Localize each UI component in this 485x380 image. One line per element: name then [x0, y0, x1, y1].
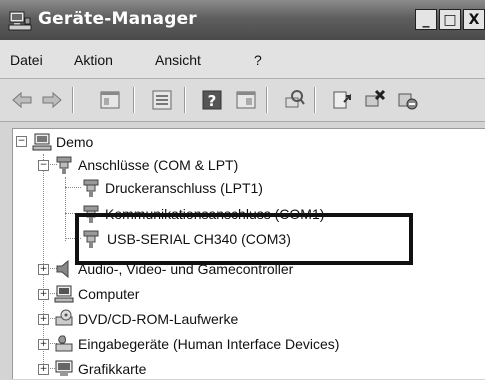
- svg-text:?: ?: [208, 92, 217, 110]
- expander-input[interactable]: +: [38, 339, 49, 350]
- tree-node-input[interactable]: Eingabegeräte (Human Interface Devices): [54, 333, 339, 355]
- close-icon: X: [468, 11, 480, 28]
- scan-hardware-icon[interactable]: [282, 88, 306, 112]
- menu-help[interactable]: ?: [254, 52, 262, 68]
- highlight-box: [75, 213, 413, 265]
- port-connector-icon: [83, 179, 99, 197]
- toolbar: ?: [0, 79, 485, 122]
- speaker-icon: [56, 259, 69, 279]
- expander-dvd[interactable]: +: [38, 314, 49, 325]
- tree-label-computer: Computer: [78, 286, 140, 302]
- update-driver-icon[interactable]: [330, 88, 354, 112]
- menu-bar: Datei Aktion Ansicht ?: [0, 40, 485, 79]
- display-adapter-icon: [55, 360, 73, 376]
- tree-label-input: Eingabegeräte (Human Interface Devices): [78, 336, 340, 352]
- expander-audio[interactable]: +: [38, 264, 49, 275]
- minimize-icon: _: [422, 11, 430, 28]
- uninstall-icon[interactable]: [363, 88, 387, 112]
- menu-ansicht[interactable]: Ansicht: [155, 52, 201, 68]
- minimize-button[interactable]: _: [415, 9, 437, 30]
- device-manager-icon: [8, 11, 32, 31]
- tree-label-lpt1: Druckeranschluss (LPT1): [105, 180, 263, 196]
- computer-icon: [32, 133, 52, 151]
- tree-label-root: Demo: [56, 134, 94, 150]
- tree-node-ports[interactable]: Anschlüsse (COM & LPT): [54, 154, 238, 176]
- computer-icon: [54, 285, 74, 303]
- tree-node-graphics[interactable]: Grafikkarte: [54, 358, 146, 380]
- disable-icon[interactable]: [396, 88, 420, 112]
- back-icon[interactable]: [10, 88, 34, 112]
- list-view-icon[interactable]: [150, 88, 174, 112]
- tree-node-dvd[interactable]: DVD/CD-ROM-Laufwerke: [54, 308, 238, 330]
- expander-computer[interactable]: +: [38, 289, 49, 300]
- maximize-icon: □: [443, 11, 457, 28]
- tree-node-lpt1[interactable]: Druckeranschluss (LPT1): [81, 177, 263, 199]
- close-button[interactable]: X: [463, 9, 485, 30]
- expander-graphics[interactable]: +: [38, 364, 49, 375]
- console-icon[interactable]: [234, 88, 258, 112]
- properties-view-icon[interactable]: [98, 88, 122, 112]
- input-device-icon: [55, 335, 73, 352]
- menu-aktion[interactable]: Aktion: [74, 52, 113, 68]
- disc-drive-icon: [55, 309, 73, 326]
- window-controls: _ □ X: [415, 9, 485, 30]
- tree-label-graphics: Grafikkarte: [78, 361, 147, 377]
- port-connector-icon: [56, 156, 72, 174]
- tree-label-dvd: DVD/CD-ROM-Laufwerke: [78, 311, 239, 327]
- expander-root[interactable]: −: [16, 136, 27, 147]
- forward-icon[interactable]: [40, 88, 64, 112]
- maximize-button[interactable]: □: [439, 9, 461, 30]
- tree-label-ports: Anschlüsse (COM & LPT): [78, 157, 239, 173]
- menu-datei[interactable]: Datei: [10, 52, 43, 68]
- help-icon[interactable]: ?: [200, 88, 224, 112]
- tree-node-computer[interactable]: Computer: [54, 283, 139, 305]
- window-title: Geräte-Manager: [38, 9, 197, 29]
- title-bar: Geräte-Manager _ □ X: [0, 0, 485, 40]
- expander-ports[interactable]: −: [38, 160, 49, 171]
- tree-node-root[interactable]: Demo: [32, 131, 93, 153]
